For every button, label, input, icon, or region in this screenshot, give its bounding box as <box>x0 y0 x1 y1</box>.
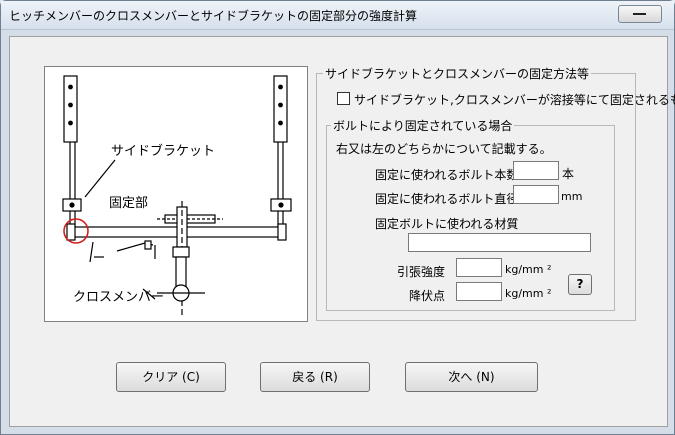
yield-point-unit: kg/mm ² <box>505 287 552 300</box>
tensile-strength-input[interactable] <box>456 258 502 277</box>
tensile-strength-unit: kg/mm ² <box>505 263 552 276</box>
label-side-bracket: サイドブラケット <box>111 143 215 159</box>
bolt-diameter-unit: mm <box>561 190 583 203</box>
dialog-window: ヒッチメンバーのクロスメンバーとサイドブラケットの固定部分の強度計算 サイドブラ… <box>0 0 675 435</box>
material-label: 固定ボルトに使われる材質 <box>375 217 519 231</box>
welded-checkbox-row[interactable]: サイドブラケット,クロスメンバーが溶接等にて固定されるもの <box>337 91 675 107</box>
bolt-count-unit: 本 <box>562 167 575 181</box>
hitch-member-diagram: サイドブラケット 固定部 クロスメンバー <box>62 75 292 315</box>
bolt-count-label: 固定に使われるボルト本数 <box>375 168 519 182</box>
tensile-strength-label: 引張強度 <box>397 265 446 279</box>
label-fixed-part: 固定部 <box>109 196 148 211</box>
bolt-count-input[interactable] <box>513 161 559 180</box>
back-button[interactable]: 戻る (R) <box>260 362 370 392</box>
close-button[interactable] <box>618 5 662 23</box>
title-bar: ヒッチメンバーのクロスメンバーとサイドブラケットの固定部分の強度計算 <box>1 1 674 30</box>
bolt-fixing-group: ボルトにより固定されている場合 右又は左のどちらかについて記載する。 固定に使わ… <box>326 117 615 311</box>
welded-checkbox[interactable] <box>337 92 350 105</box>
close-icon <box>633 13 646 15</box>
bolt-diameter-input[interactable] <box>513 185 559 204</box>
instruction-text: 右又は左のどちらかについて記載する。 <box>336 142 552 156</box>
yield-point-label: 降伏点 <box>409 289 446 303</box>
yield-point-input[interactable] <box>456 282 502 301</box>
fixing-method-group: サイドブラケットとクロスメンバーの固定方法等 サイドブラケット,クロスメンバーが… <box>316 65 675 321</box>
bolt-diameter-label: 固定に使われるボルト直径 <box>375 192 519 206</box>
dialog-client-area: サイドブラケット 固定部 クロスメンバー サイドブラケットとクロスメンバーの固定… <box>9 36 675 427</box>
material-input[interactable] <box>408 233 591 252</box>
welded-checkbox-label: サイドブラケット,クロスメンバーが溶接等にて固定されるもの <box>354 93 675 107</box>
bolt-fixing-legend: ボルトにより固定されている場合 <box>331 117 515 134</box>
help-button[interactable]: ? <box>568 274 592 295</box>
label-cross-member: クロスメンバー <box>73 290 164 305</box>
window-title: ヒッチメンバーのクロスメンバーとサイドブラケットの固定部分の強度計算 <box>9 9 418 23</box>
clear-button[interactable]: クリア (C) <box>116 362 226 392</box>
fixing-method-legend: サイドブラケットとクロスメンバーの固定方法等 <box>323 65 592 82</box>
diagram-panel: サイドブラケット 固定部 クロスメンバー <box>44 66 308 322</box>
next-button[interactable]: 次へ (N) <box>405 362 538 392</box>
